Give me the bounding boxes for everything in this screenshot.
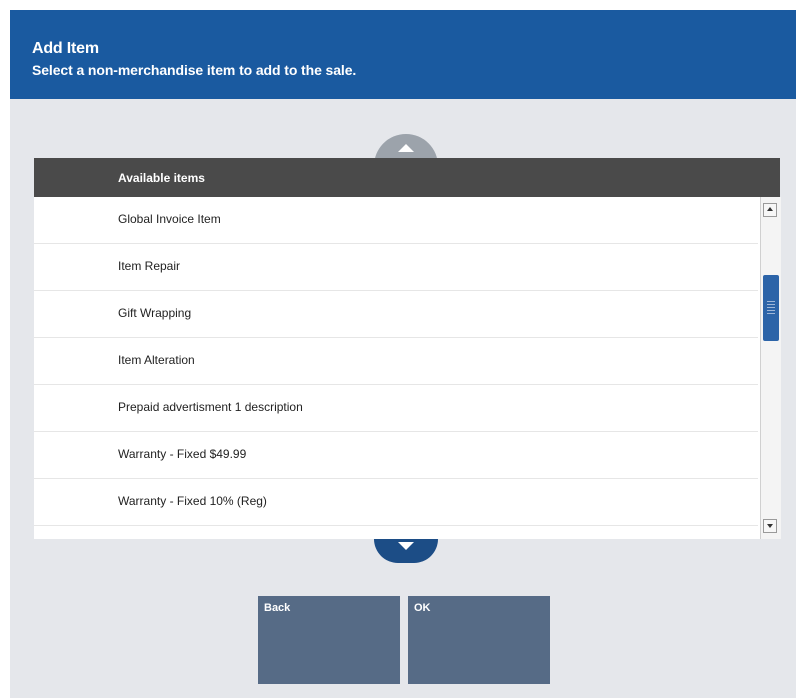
list-header: Available items <box>34 158 780 197</box>
ok-button-label: OK <box>414 602 431 614</box>
list-item-label: Warranty - Fixed $49.99 <box>118 447 247 461</box>
grip-line <box>767 313 775 314</box>
arrow-up-icon <box>767 207 773 211</box>
available-items-list: Available items Global Invoice Item Item… <box>34 158 781 539</box>
list-body: Global Invoice Item Item Repair Gift Wra… <box>34 197 758 539</box>
chevron-up-icon <box>398 144 414 152</box>
scrollbar-thumb[interactable] <box>763 275 779 341</box>
grip-line <box>767 304 775 305</box>
list-header-label: Available items <box>118 171 205 185</box>
ok-button[interactable]: OK <box>408 596 550 684</box>
scroll-down-button[interactable] <box>374 539 438 563</box>
list-item[interactable]: Global Invoice Item <box>34 197 758 244</box>
grip-line <box>767 307 775 308</box>
list-item[interactable]: Item Repair <box>34 244 758 291</box>
list-item-label: Gift Wrapping <box>118 306 192 320</box>
page-subtitle: Select a non-merchandise item to add to … <box>32 62 357 78</box>
arrow-down-icon <box>767 524 773 528</box>
scrollbar-down-arrow[interactable] <box>763 519 777 533</box>
back-button[interactable]: Back <box>258 596 400 684</box>
list-item[interactable]: Warranty - Fixed $49.99 <box>34 432 758 479</box>
list-item[interactable]: Prepaid advertisment 1 description <box>34 385 758 432</box>
list-item[interactable] <box>34 526 758 539</box>
page-header: Add Item Select a non-merchandise item t… <box>10 10 796 99</box>
list-item-label: Prepaid advertisment 1 description <box>118 400 303 414</box>
list-item-label: Global Invoice Item <box>118 212 221 226</box>
list-item[interactable]: Gift Wrapping <box>34 291 758 338</box>
list-item[interactable]: Item Alteration <box>34 338 758 385</box>
list-item-label: Item Alteration <box>118 353 195 367</box>
chevron-down-icon <box>398 542 414 550</box>
grip-line <box>767 301 775 302</box>
page-title: Add Item <box>32 40 99 57</box>
back-button-label: Back <box>264 602 291 614</box>
app-window: Add Item Select a non-merchandise item t… <box>10 10 796 698</box>
scrollbar-up-arrow[interactable] <box>763 203 777 217</box>
grip-line <box>767 310 775 311</box>
list-item[interactable]: Warranty - Fixed 10% (Reg) <box>34 479 758 526</box>
list-scrollbar[interactable] <box>760 197 781 539</box>
list-item-label: Warranty - Fixed 10% (Reg) <box>118 494 267 508</box>
list-item-label: Item Repair <box>118 259 181 273</box>
